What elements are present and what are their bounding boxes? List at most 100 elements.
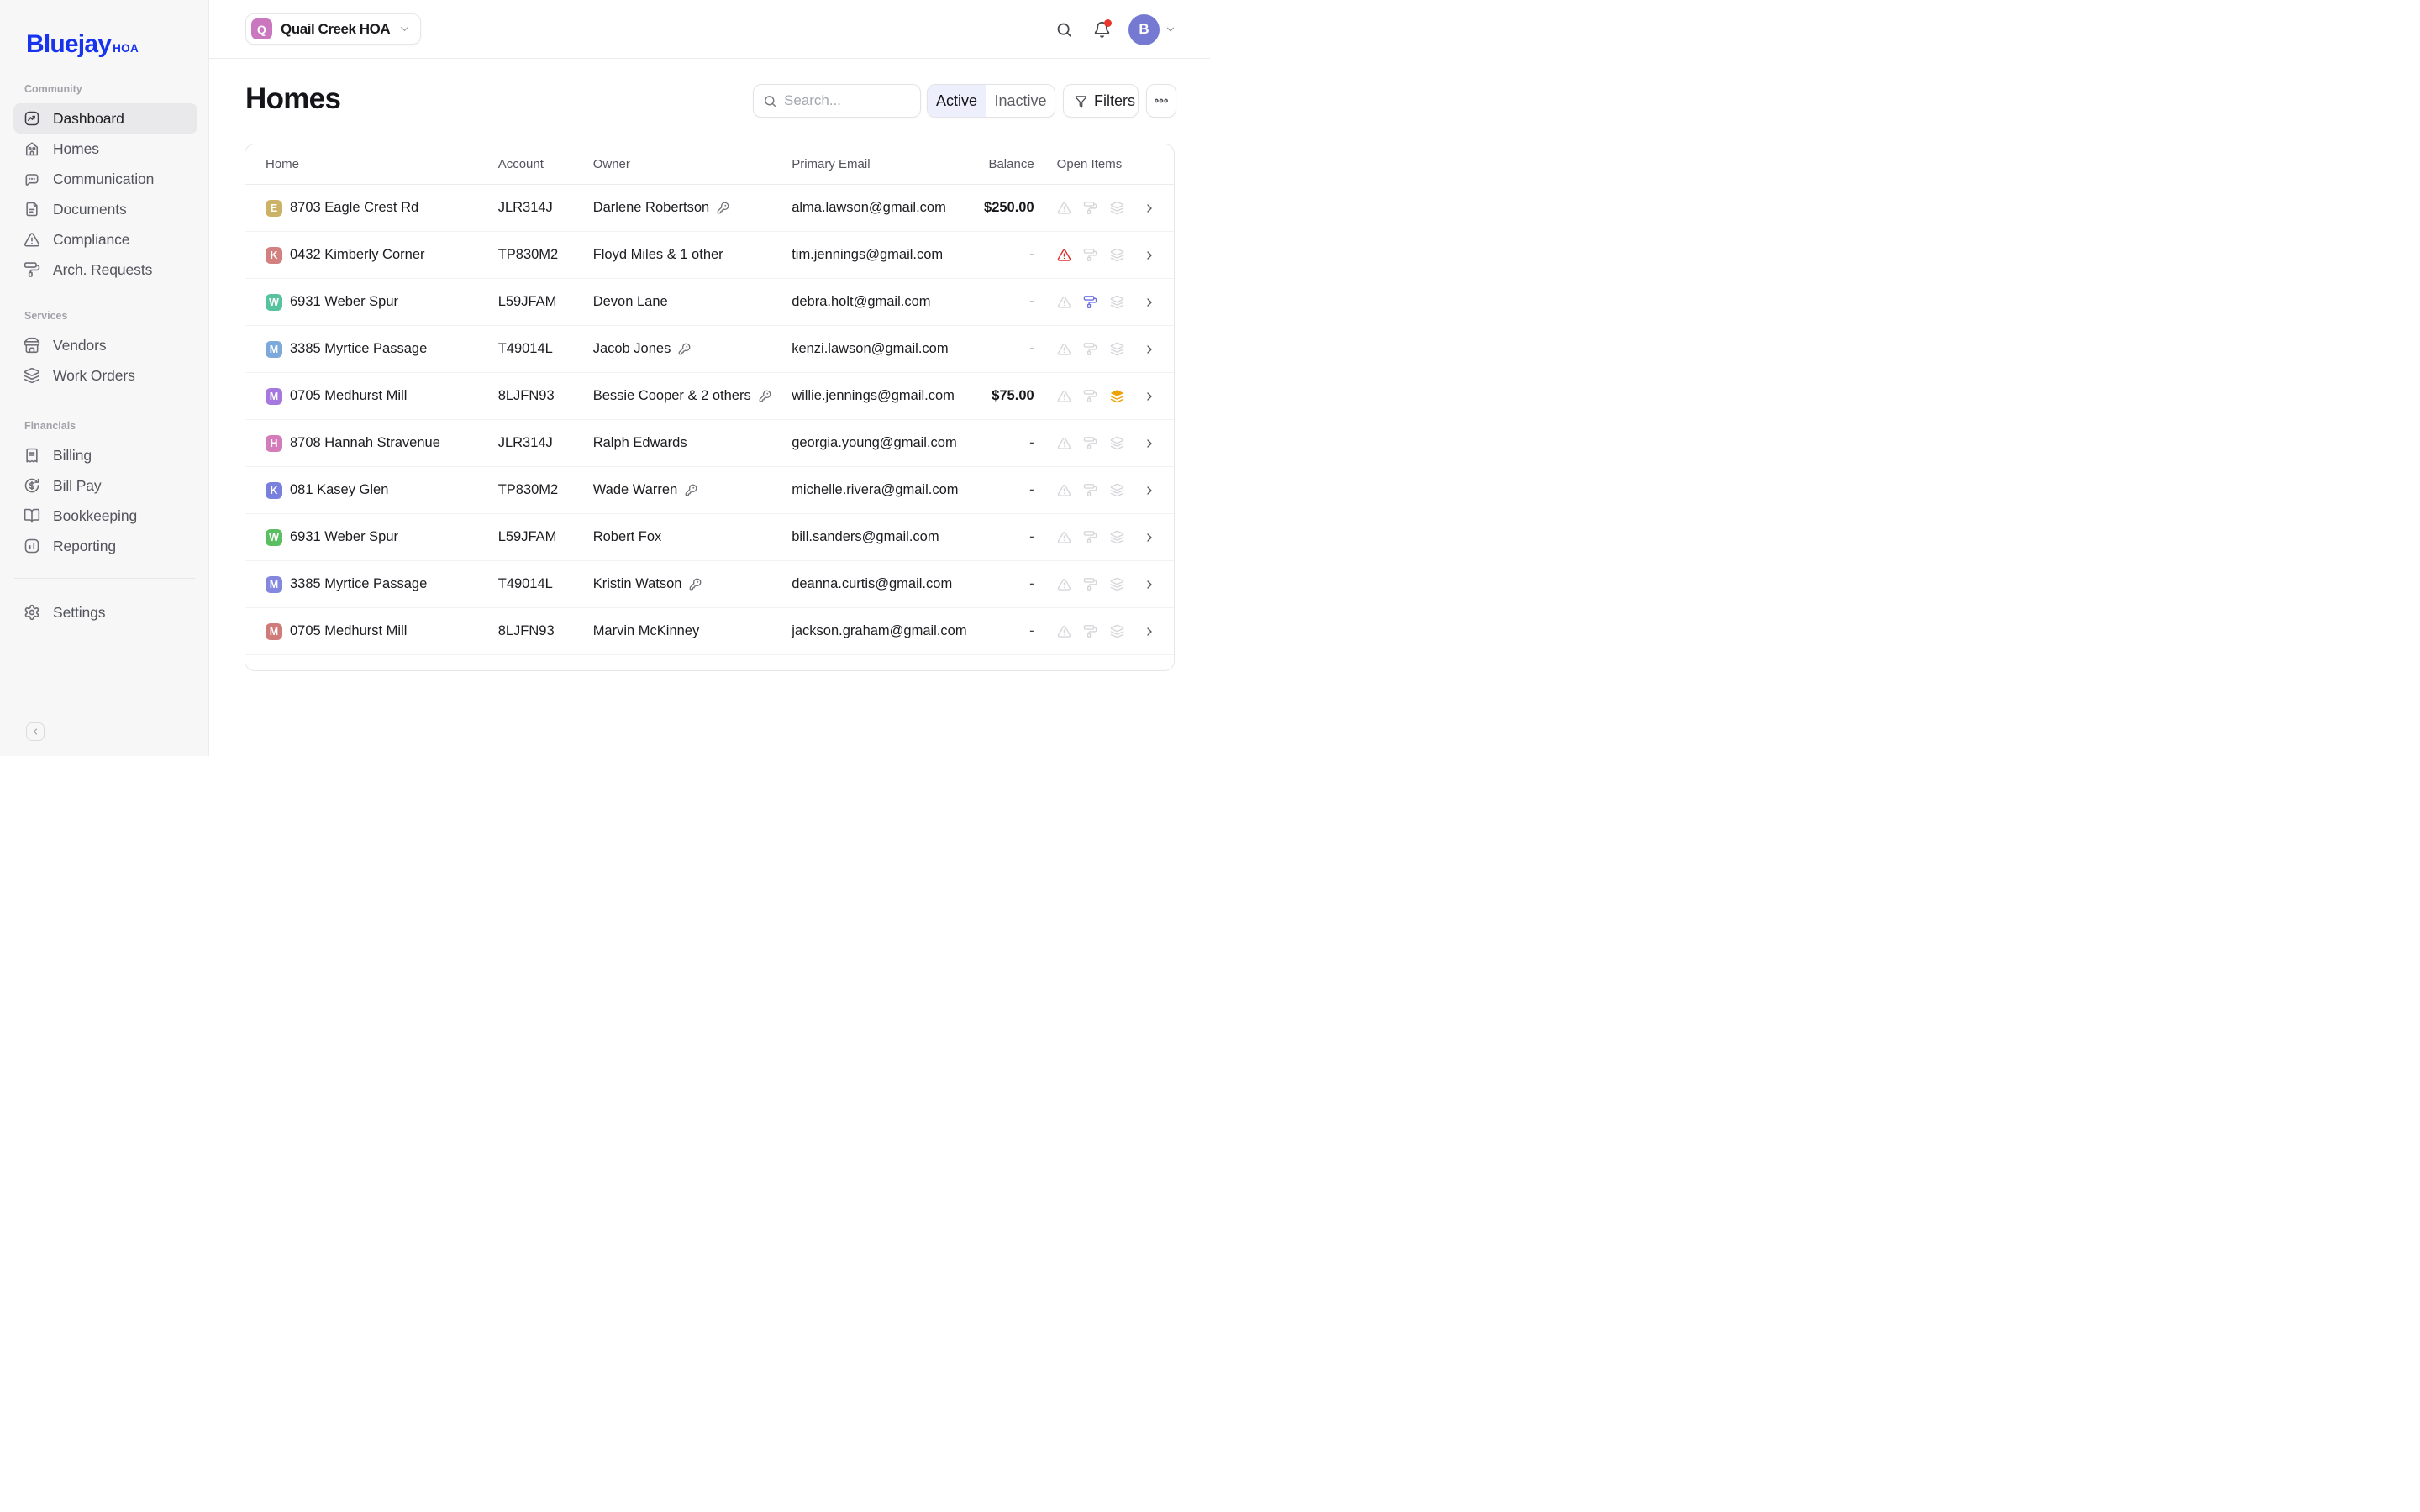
paint-roller-icon[interactable]: [1083, 201, 1097, 215]
layers-icon[interactable]: [1110, 577, 1124, 591]
paint-roller-icon[interactable]: [1083, 530, 1097, 544]
violation-alert-icon[interactable]: [1057, 624, 1071, 638]
home-address: 8703 Eagle Crest Rd: [290, 200, 418, 216]
layers-icon[interactable]: [1110, 530, 1124, 544]
layers-icon[interactable]: [1110, 342, 1124, 356]
home-address: 0705 Medhurst Mill: [290, 388, 407, 404]
violation-alert-icon[interactable]: [1057, 389, 1071, 403]
org-name: Quail Creek HOA: [281, 21, 390, 38]
page-title: Homes: [245, 82, 340, 116]
account-number: TP830M2: [498, 247, 593, 263]
layers-icon[interactable]: [1110, 201, 1124, 215]
account-number: 8LJFN93: [498, 623, 593, 639]
sidebar-item-bill-pay[interactable]: Bill Pay: [13, 470, 197, 501]
sidebar-item-documents[interactable]: Documents: [13, 194, 197, 224]
paint-roller-icon[interactable]: [1083, 624, 1097, 638]
violation-alert-icon[interactable]: [1057, 483, 1071, 497]
chevron-right-icon[interactable]: [1143, 343, 1156, 356]
violation-alert-icon[interactable]: [1057, 342, 1071, 356]
layers-icon[interactable]: [1110, 295, 1124, 309]
layers-icon[interactable]: [1110, 436, 1124, 450]
column-header-email[interactable]: Primary Email: [792, 157, 960, 171]
sidebar-item-dashboard[interactable]: Dashboard: [13, 103, 197, 134]
layers-icon[interactable]: [1110, 483, 1124, 497]
table-row[interactable]: K 0432 Kimberly Corner TP830M2 Floyd Mil…: [245, 232, 1174, 279]
more-options-button[interactable]: [1146, 84, 1176, 118]
violation-alert-icon[interactable]: [1057, 530, 1071, 544]
table-row[interactable]: M 3385 Myrtice Passage T49014L Kristin W…: [245, 561, 1174, 608]
chevron-right-icon[interactable]: [1143, 202, 1156, 215]
arch-requests-icon: [24, 261, 40, 278]
violation-alert-icon[interactable]: [1057, 436, 1071, 450]
table-row[interactable]: K 081 Kasey Glen TP830M2 Wade Warren mic…: [245, 467, 1174, 514]
table-row[interactable]: M 3385 Myrtice Passage T49014L Jacob Jon…: [245, 326, 1174, 373]
table-row[interactable]: M 0705 Medhurst Mill 8LJFN93 Marvin McKi…: [245, 608, 1174, 655]
chevron-right-icon[interactable]: [1143, 578, 1156, 591]
chevron-right-icon[interactable]: [1143, 390, 1156, 403]
balance-value: -: [960, 482, 1034, 498]
bookkeeping-icon: [24, 507, 40, 524]
chevron-right-icon[interactable]: [1143, 437, 1156, 450]
table-body: E 8703 Eagle Crest Rd JLR314J Darlene Ro…: [245, 185, 1174, 655]
toggle-active[interactable]: Active: [928, 85, 986, 117]
column-header-home[interactable]: Home: [245, 144, 498, 184]
column-header-open-items[interactable]: Open Items: [1034, 157, 1174, 171]
chevron-right-icon[interactable]: [1143, 249, 1156, 262]
paint-roller-icon[interactable]: [1083, 436, 1097, 450]
sidebar-item-compliance[interactable]: Compliance: [13, 224, 197, 255]
table-row[interactable]: W 6931 Weber Spur L59JFAM Devon Lane deb…: [245, 279, 1174, 326]
search-input[interactable]: [784, 92, 910, 109]
chevron-right-icon[interactable]: [1143, 625, 1156, 638]
paint-roller-icon[interactable]: [1083, 577, 1097, 591]
layers-icon[interactable]: [1110, 624, 1124, 638]
chevron-down-icon[interactable]: [1165, 24, 1176, 34]
sidebar-item-bookkeeping[interactable]: Bookkeeping: [13, 501, 197, 531]
filters-button[interactable]: Filters: [1063, 84, 1139, 118]
table-row[interactable]: M 0705 Medhurst Mill 8LJFN93 Bessie Coop…: [245, 373, 1174, 420]
sidebar-item-arch-requests[interactable]: Arch. Requests: [13, 255, 197, 285]
notifications-button[interactable]: [1093, 21, 1111, 39]
sidebar-item-work-orders[interactable]: Work Orders: [13, 360, 197, 391]
sidebar-item-settings[interactable]: Settings: [13, 597, 197, 627]
org-switcher[interactable]: Q Quail Creek HOA: [245, 13, 421, 45]
column-header-account[interactable]: Account: [498, 157, 593, 171]
violation-alert-icon[interactable]: [1057, 577, 1071, 591]
brand-logo[interactable]: BluejayHOA: [26, 30, 139, 59]
table-search: [753, 84, 921, 118]
bill-pay-icon: [24, 477, 40, 494]
chevron-right-icon[interactable]: [1143, 296, 1156, 309]
chevron-right-icon[interactable]: [1143, 484, 1156, 497]
layers-icon[interactable]: [1110, 248, 1124, 262]
search-icon: [763, 94, 777, 108]
paint-roller-icon[interactable]: [1083, 389, 1097, 403]
primary-email: deanna.curtis@gmail.com: [792, 576, 960, 592]
sidebar-item-reporting[interactable]: Reporting: [13, 531, 197, 561]
violation-alert-icon[interactable]: [1057, 201, 1071, 215]
funnel-icon: [1075, 95, 1087, 108]
sidebar-item-billing[interactable]: Billing: [13, 440, 197, 470]
paint-roller-icon[interactable]: [1083, 483, 1097, 497]
toggle-inactive[interactable]: Inactive: [986, 85, 1055, 117]
sidebar-item-homes[interactable]: Homes: [13, 134, 197, 164]
paint-roller-icon[interactable]: [1083, 295, 1097, 309]
paint-roller-icon[interactable]: [1083, 248, 1097, 262]
table-row[interactable]: E 8703 Eagle Crest Rd JLR314J Darlene Ro…: [245, 185, 1174, 232]
violation-alert-icon[interactable]: [1057, 295, 1071, 309]
sidebar-collapse-button[interactable]: [26, 722, 45, 741]
search-icon[interactable]: [1055, 21, 1073, 39]
owner-name: Jacob Jones: [593, 341, 671, 357]
home-address: 3385 Myrtice Passage: [290, 341, 427, 357]
primary-email: bill.sanders@gmail.com: [792, 529, 960, 545]
paint-roller-icon[interactable]: [1083, 342, 1097, 356]
column-header-owner[interactable]: Owner: [593, 157, 792, 171]
table-row[interactable]: W 6931 Weber Spur L59JFAM Robert Fox bil…: [245, 514, 1174, 561]
chevron-right-icon[interactable]: [1143, 531, 1156, 544]
sidebar-section-label: Community: [24, 83, 208, 96]
column-header-balance[interactable]: Balance: [960, 157, 1034, 171]
user-avatar[interactable]: B: [1128, 14, 1160, 45]
sidebar-item-communication[interactable]: Communication: [13, 164, 197, 194]
sidebar-item-vendors[interactable]: Vendors: [13, 330, 197, 360]
layers-icon[interactable]: [1110, 389, 1124, 403]
violation-alert-icon[interactable]: [1057, 248, 1071, 262]
table-row[interactable]: H 8708 Hannah Stravenue JLR314J Ralph Ed…: [245, 420, 1174, 467]
